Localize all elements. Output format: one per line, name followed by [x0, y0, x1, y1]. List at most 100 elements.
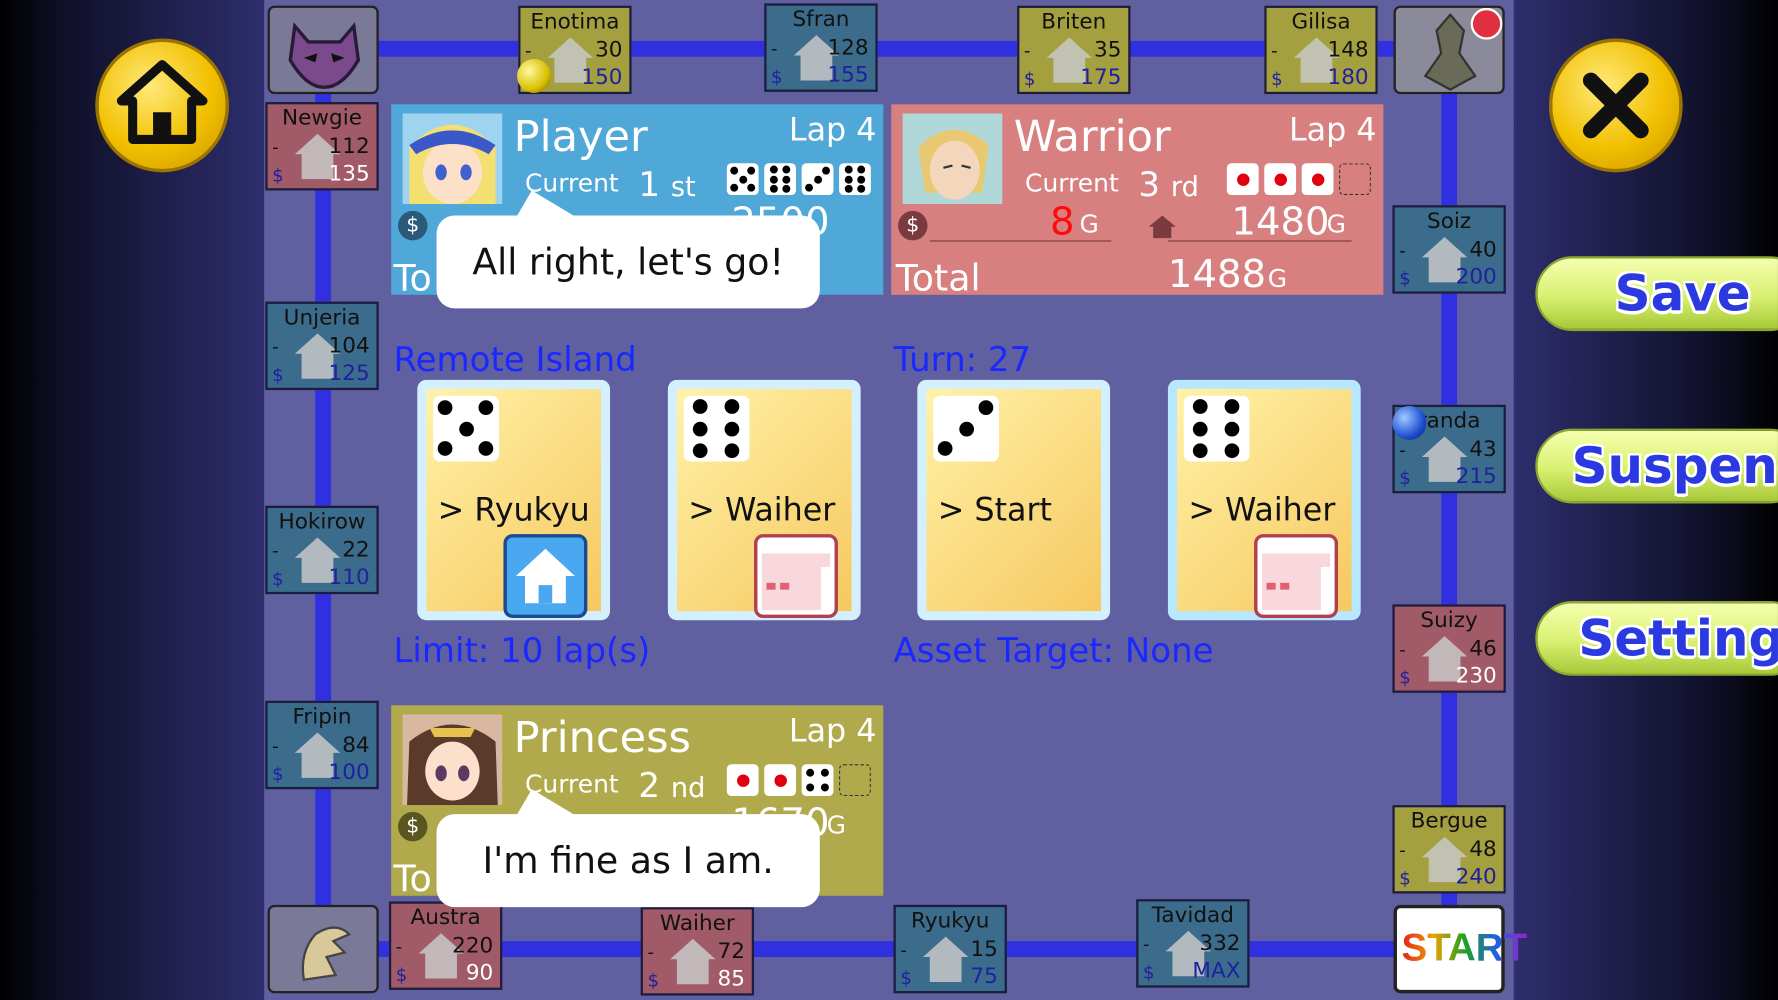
square-dollar: $: [1399, 267, 1411, 290]
square-dollar: $: [1142, 961, 1155, 984]
corner-statue: [1393, 5, 1505, 95]
princess-name: Princess: [513, 712, 691, 762]
square-price: 230: [1455, 663, 1497, 689]
suspend-button[interactable]: Suspend: [1535, 428, 1778, 504]
square-dollar: $: [272, 164, 284, 186]
player-rank: 1 st: [638, 165, 696, 206]
warrior-total-unit: G: [1267, 265, 1288, 294]
property-square[interactable]: Briten - $35 175: [1017, 5, 1131, 95]
square-dollar: $: [1399, 666, 1411, 689]
die-five-icon: [726, 163, 759, 196]
square-dash: -: [900, 938, 907, 961]
square-dash: -: [1399, 839, 1406, 861]
die-three-icon: [801, 163, 834, 196]
square-dollar: $: [272, 363, 284, 386]
house-icon: [922, 936, 969, 982]
square-dash: -: [395, 935, 403, 958]
property-square[interactable]: Suizy - $46 230: [1392, 604, 1506, 693]
die-icon: [1183, 395, 1250, 462]
game-screen: START Enotima-$30150Sfran-$128155Briten-…: [0, 0, 1778, 1000]
square-dollar: $: [1399, 867, 1411, 889]
property-square[interactable]: Ryukyu - $15 75: [893, 904, 1007, 994]
square-name: Fripin: [292, 704, 352, 730]
property-square[interactable]: Newgie - $112 135: [265, 102, 379, 191]
move-card[interactable]: > Start: [917, 379, 1111, 621]
square-name: Waiher: [659, 910, 735, 936]
square-dash: -: [272, 734, 279, 757]
turn-label: Turn: 27: [893, 340, 1032, 380]
square-level: 30: [595, 37, 623, 63]
die-icon: [433, 395, 499, 462]
square-dash: -: [771, 37, 778, 59]
die-one-icon: [1226, 163, 1259, 196]
property-square[interactable]: Unjeria - $104 125: [265, 301, 379, 391]
square-dollar: $: [272, 568, 284, 590]
move-card[interactable]: > Ryukyu: [417, 379, 611, 621]
square-dollar: $: [1399, 467, 1411, 489]
corner-bird: [267, 904, 379, 994]
house-icon: [1148, 215, 1176, 239]
location-label: Remote Island: [393, 340, 637, 380]
property-square[interactable]: Sfran - $128 155: [764, 3, 878, 92]
square-price: 90: [465, 960, 494, 986]
princess-total-label: To: [393, 857, 432, 901]
square-level: 220: [452, 933, 494, 959]
property-square[interactable]: Fripin - $84 100: [265, 700, 379, 790]
property-square[interactable]: Austra - $220 90: [388, 901, 503, 990]
player-total-label: To: [393, 256, 432, 300]
square-name: Hokirow: [278, 509, 366, 535]
asset-target-label: Asset Target: None: [893, 631, 1214, 672]
square-price: 200: [1455, 264, 1497, 290]
coin-icon: $: [898, 210, 928, 241]
empty-die-slot: [839, 764, 871, 796]
statue-icon: [1423, 7, 1503, 91]
close-button[interactable]: [1548, 38, 1683, 173]
square-dash: -: [1399, 438, 1406, 461]
property-square[interactable]: Soiz - $40 200: [1392, 205, 1506, 294]
move-card[interactable]: > Waiher: [667, 379, 861, 621]
settings-button[interactable]: Settings: [1535, 600, 1778, 676]
die-one-icon: [1301, 163, 1334, 196]
card-destination: > Waiher: [1188, 490, 1336, 529]
die-one-icon: [726, 764, 759, 796]
empty-die-slot: [1339, 163, 1371, 196]
square-level: 112: [328, 133, 370, 159]
square-dollar: $: [771, 65, 783, 88]
player-dice: [726, 163, 871, 196]
card-destination: > Start: [937, 490, 1052, 529]
save-button[interactable]: Save: [1535, 256, 1778, 332]
house-badge-icon: [503, 534, 588, 618]
player-avatar: [402, 113, 503, 205]
princess-speech-bubble: I'm fine as I am.: [436, 789, 820, 908]
property-square[interactable]: Gilisa - $148 180: [1264, 5, 1378, 95]
square-dash: -: [1399, 239, 1406, 261]
property-square[interactable]: Waiher - $72 85: [640, 907, 755, 996]
start-square[interactable]: START: [1393, 904, 1527, 994]
home-button[interactable]: [95, 38, 230, 173]
save-label: Save: [1614, 265, 1751, 324]
square-dash: -: [524, 39, 532, 62]
property-square[interactable]: Tavidad - $332 MAX: [1136, 899, 1250, 988]
square-level: 104: [328, 333, 370, 359]
square-level: 43: [1469, 436, 1497, 462]
warrior-dice: [1226, 163, 1371, 196]
square-name: Tavidad: [1151, 902, 1234, 928]
settings-label: Settings: [1578, 610, 1778, 668]
coin-icon: $: [397, 811, 428, 842]
die-one-icon: [764, 764, 796, 796]
warrior-panel: Warrior Lap 4 Current 3 rd $ 8 G 1480 G …: [891, 104, 1384, 299]
warrior-rank: 3 rd: [1138, 165, 1199, 206]
player-speech-bubble: All right, let's go!: [436, 190, 820, 309]
square-price: 110: [328, 564, 370, 590]
square-name: Unjeria: [283, 305, 361, 330]
property-square[interactable]: Hokirow - $22 110: [265, 505, 379, 595]
property-square[interactable]: Bergue - $48 240: [1392, 805, 1506, 894]
corner-demon-mask: [267, 5, 379, 95]
card-destination: > Ryukyu: [437, 490, 590, 529]
move-card[interactable]: > Waiher: [1167, 379, 1361, 621]
square-name: Suizy: [1420, 607, 1478, 633]
warrior-total-label: Total: [895, 256, 981, 300]
warrior-property: 1480: [1231, 199, 1330, 245]
yellow-player-token: [517, 58, 552, 93]
warrior-cash-unit: G: [1079, 210, 1099, 240]
